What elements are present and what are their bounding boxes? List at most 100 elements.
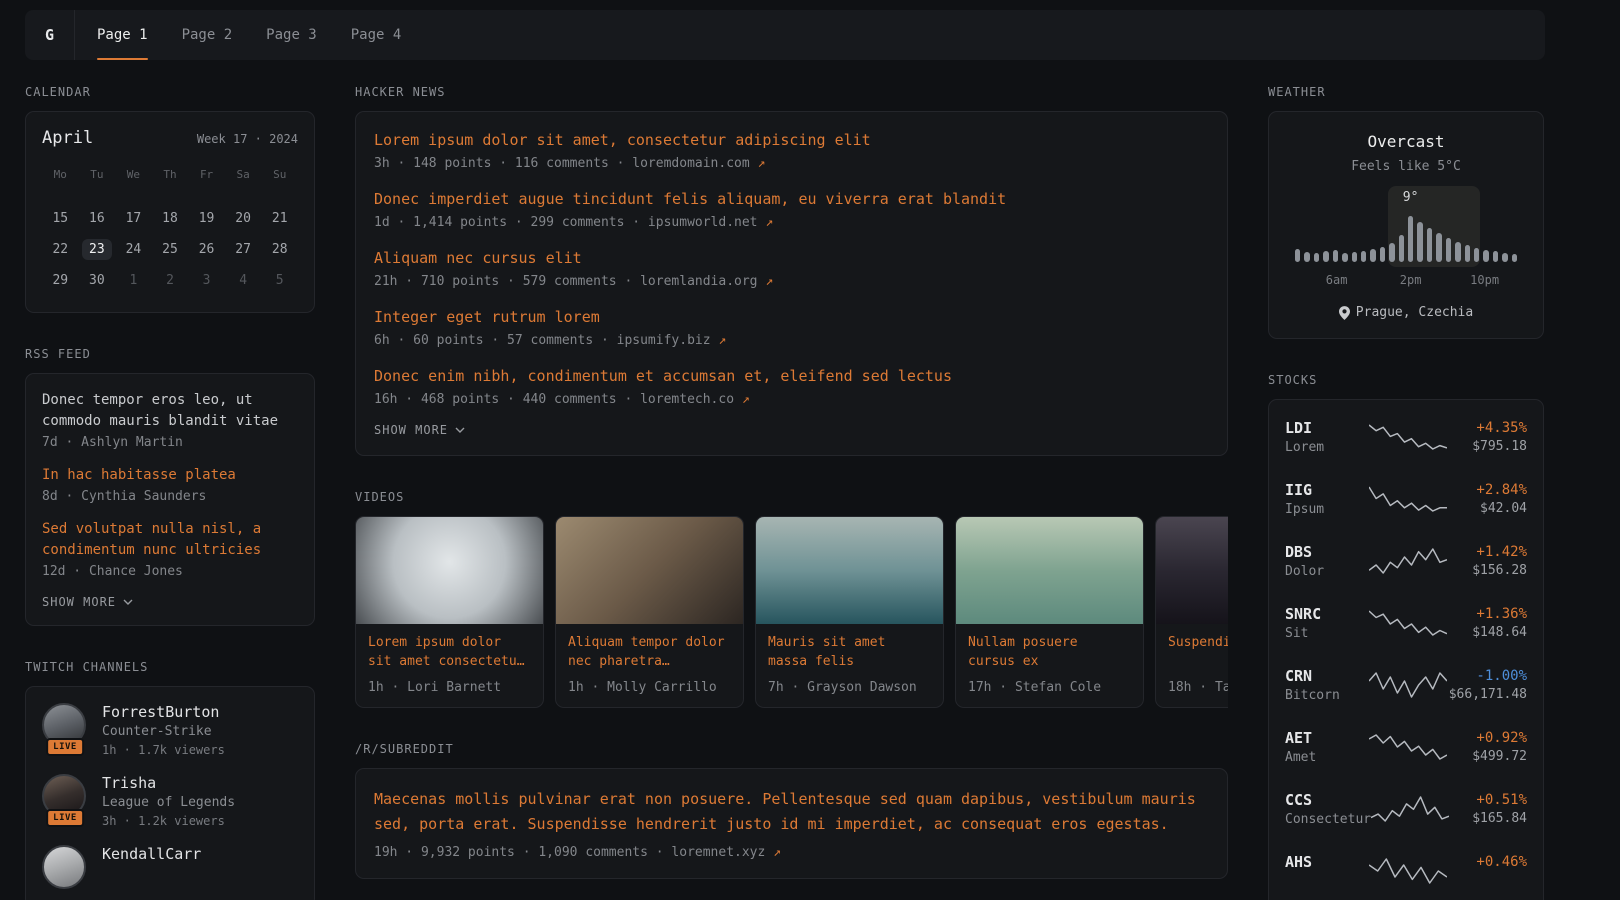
rss-item-meta: 8d · Cynthia Saunders [42, 489, 298, 504]
stock-sparkline-wrap [1371, 794, 1449, 824]
weather-hour-bar [1361, 251, 1366, 263]
subreddit-post-title[interactable]: Maecenas mollis pulvinar erat non posuer… [374, 787, 1209, 837]
header-tab-label: Page 4 [351, 27, 402, 43]
video-thumbnail[interactable] [956, 517, 1143, 624]
external-link-arrow-icon: ↗ [758, 156, 766, 171]
rss-item-title[interactable]: Donec tempor eros leo, ut commodo mauris… [42, 390, 298, 432]
rss-item-title[interactable]: In hac habitasse platea [42, 465, 298, 486]
hackernews-item-title[interactable]: Aliquam nec cursus elit [374, 248, 1209, 269]
header-tab[interactable]: Page 4 [351, 10, 402, 60]
stock-ticker: CCS [1285, 791, 1371, 809]
right-column: WEATHER Overcast Feels like 5°C 9° 6am2p… [1268, 85, 1544, 900]
rss-item-meta: 7d · Ashlyn Martin [42, 435, 298, 450]
video-title[interactable]: Suspendisse diam [1168, 634, 1228, 672]
stock-values: +2.84% $42.04 [1447, 482, 1527, 516]
calendar-day-header: Su [261, 160, 298, 191]
stock-row[interactable]: CCS Consectetur +0.51% $165.84 [1285, 778, 1527, 840]
header-tabs: Page 1 Page 2 Page 3 Page 4 [75, 10, 401, 60]
weather-hour-bar [1323, 251, 1328, 262]
twitch-channel-row[interactable]: LIVE Trisha League of Legends 3h · 1.2k … [42, 774, 298, 828]
middle-column: HACKER NEWS Lorem ipsum dolor sit amet, … [355, 85, 1228, 879]
video-card[interactable]: Aliquam tempor dolor nec pharetra… 1h · … [555, 516, 744, 708]
twitch-channel-game: Counter-Strike [102, 724, 225, 739]
hackernews-item-title[interactable]: Integer eget rutrum lorem [374, 307, 1209, 328]
video-card[interactable]: Nullam posuere cursus ex 17h · Stefan Co… [955, 516, 1144, 708]
stock-price: $66,171.48 [1447, 687, 1527, 702]
header-tab[interactable]: Page 2 [182, 10, 233, 60]
rss-show-more-label: SHOW MORE [42, 595, 116, 609]
chevron-down-icon [455, 427, 465, 433]
stock-change: +4.35% [1447, 420, 1527, 436]
video-title[interactable]: Nullam posuere cursus ex [968, 634, 1131, 672]
subreddit-widget: /R/SUBREDDIT Maecenas mollis pulvinar er… [355, 742, 1228, 879]
twitch-channel-name[interactable]: ForrestBurton [102, 703, 225, 721]
video-thumbnail[interactable] [356, 517, 543, 624]
hackernews-item-title[interactable]: Donec enim nibh, condimentum et accumsan… [374, 366, 1209, 387]
twitch-channel-name[interactable]: Trisha [102, 774, 235, 792]
weather-peak-temp: 9° [1403, 190, 1419, 205]
stock-sparkline-chart [1369, 732, 1447, 762]
stock-change: +2.84% [1447, 482, 1527, 498]
header-tab[interactable]: Page 1 [97, 10, 148, 60]
stocks-card: LDI Lorem +4.35% $795.18 IIG Ipsum +2.84… [1268, 399, 1544, 900]
stock-change: +1.42% [1447, 544, 1527, 560]
twitch-channel-row[interactable]: KendallCarr [42, 845, 298, 891]
rss-list: Donec tempor eros leo, ut commodo mauris… [42, 390, 298, 579]
hackernews-item-title[interactable]: Lorem ipsum dolor sit amet, consectetur … [374, 130, 1209, 151]
header-tab[interactable]: Page 3 [266, 10, 317, 60]
stock-id: IIG Ipsum [1285, 481, 1369, 517]
calendar-header: April Week 17 · 2024 [42, 128, 298, 148]
twitch-channel-info: KendallCarr [102, 845, 201, 867]
weather-hour-bar [1304, 252, 1309, 262]
video-title[interactable]: Mauris sit amet massa felis [768, 634, 931, 672]
video-card[interactable]: Lorem ipsum dolor sit amet consectetu… 1… [355, 516, 544, 708]
external-link-arrow-icon: ↗ [765, 274, 773, 289]
stocks-widget-title: STOCKS [1268, 373, 1544, 387]
video-card[interactable]: Mauris sit amet massa felis 7h · Grayson… [755, 516, 944, 708]
rss-show-more-button[interactable]: SHOW MORE [42, 595, 298, 609]
rss-item-title[interactable]: Sed volutpat nulla nisl, a condimentum n… [42, 519, 298, 561]
video-title[interactable]: Aliquam tempor dolor nec pharetra… [568, 634, 731, 672]
stock-row[interactable]: SNRC Sit +1.36% $148.64 [1285, 592, 1527, 654]
video-meta: 18h · Tara [1168, 680, 1228, 695]
weather-hour-bar [1399, 235, 1404, 262]
stock-change: +0.92% [1447, 730, 1527, 746]
calendar-date: 15 [42, 203, 79, 234]
stock-row[interactable]: DBS Dolor +1.42% $156.28 [1285, 530, 1527, 592]
hackernews-item-title[interactable]: Donec imperdiet augue tincidunt felis al… [374, 189, 1209, 210]
calendar-week-year: Week 17 · 2024 [197, 132, 298, 146]
stock-id: SNRC Sit [1285, 605, 1369, 641]
stock-name: Consectetur [1285, 812, 1371, 827]
weather-feels-like: Feels like 5°C [1285, 159, 1527, 174]
stock-row[interactable]: AET Amet +0.92% $499.72 [1285, 716, 1527, 778]
calendar-date: 2 [152, 265, 189, 296]
stock-row[interactable]: LDI Lorem +4.35% $795.18 [1285, 406, 1527, 468]
video-thumbnail[interactable] [756, 517, 943, 624]
video-card[interactable]: Suspendisse diam 18h · Tara [1155, 516, 1228, 708]
calendar-date: 18 [152, 203, 189, 234]
twitch-channel-row[interactable]: LIVE ForrestBurton Counter-Strike 1h · 1… [42, 703, 298, 757]
hackernews-item-meta: 3h · 148 points · 116 comments · loremdo… [374, 156, 1209, 171]
stock-price: $499.72 [1447, 749, 1527, 764]
video-thumbnail[interactable] [1156, 517, 1228, 624]
hackernews-item: Lorem ipsum dolor sit amet, consectetur … [374, 130, 1209, 171]
stock-change: +1.36% [1447, 606, 1527, 622]
video-thumbnail[interactable] [556, 517, 743, 624]
calendar-day-header: Fr [188, 160, 225, 191]
stock-values: +4.35% $795.18 [1447, 420, 1527, 454]
subreddit-widget-title: /R/SUBREDDIT [355, 742, 1228, 756]
calendar-date: 3 [188, 265, 225, 296]
hackernews-show-more-button[interactable]: SHOW MORE [374, 423, 1209, 437]
video-title[interactable]: Lorem ipsum dolor sit amet consectetu… [368, 634, 531, 672]
weather-time-label: 6am [1326, 273, 1348, 287]
stock-row[interactable]: IIG Ipsum +2.84% $42.04 [1285, 468, 1527, 530]
stock-row[interactable]: AHS +0.46% [1285, 840, 1527, 900]
video-meta: 17h · Stefan Cole [968, 680, 1131, 695]
stock-row[interactable]: CRN Bitcorn -1.00% $66,171.48 [1285, 654, 1527, 716]
subreddit-card: Maecenas mollis pulvinar erat non posuer… [355, 768, 1228, 879]
twitch-widget-title: TWITCH CHANNELS [25, 660, 315, 674]
twitch-channel-name[interactable]: KendallCarr [102, 845, 201, 863]
weather-card: Overcast Feels like 5°C 9° 6am2pm10pm Pr… [1268, 111, 1544, 339]
stock-sparkline-chart [1371, 794, 1449, 824]
twitch-channel-info: ForrestBurton Counter-Strike 1h · 1.7k v… [102, 703, 225, 757]
